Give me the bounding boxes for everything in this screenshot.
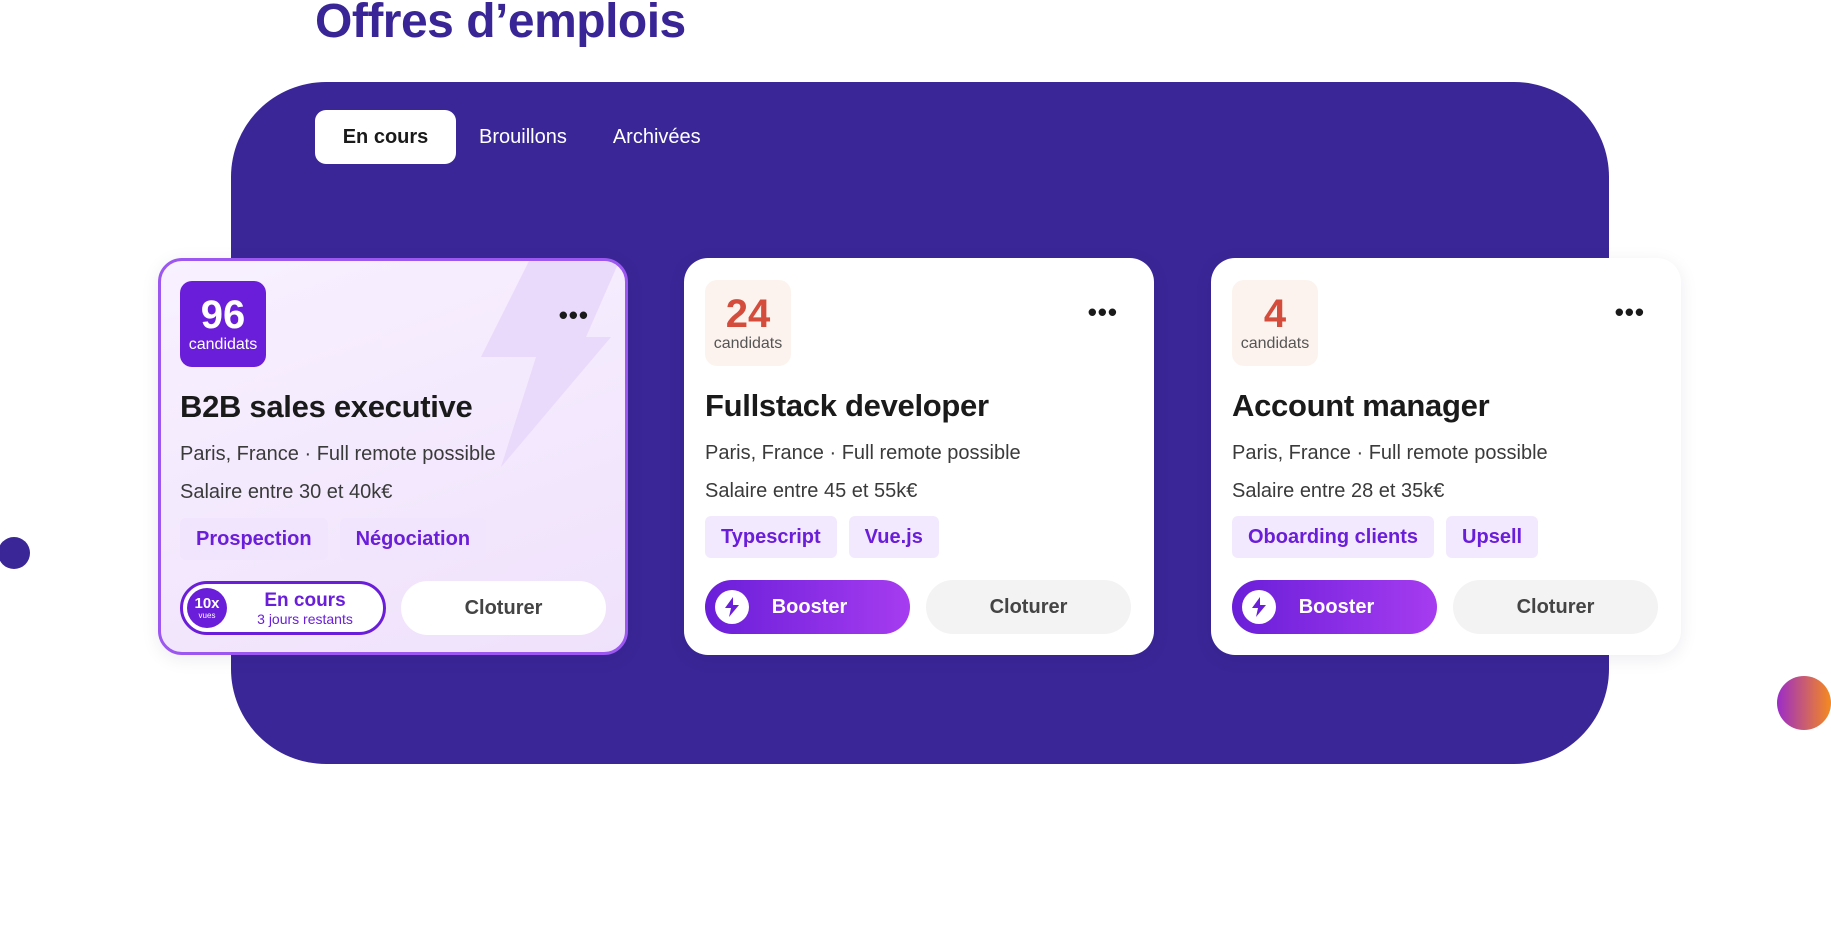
lightning-bolt-icon — [1242, 590, 1276, 624]
job-salary: Salaire entre 28 et 35k€ — [1232, 480, 1445, 502]
page-title: Offres d’emplois — [315, 0, 686, 48]
candidates-count-badge: 96 candidats — [180, 281, 266, 367]
candidates-count-badge: 4 candidats — [1232, 280, 1318, 366]
cloturer-button[interactable]: Cloturer — [1453, 580, 1658, 634]
job-salary: Salaire entre 45 et 55k€ — [705, 480, 918, 502]
skill-tag: Typescript — [705, 516, 837, 558]
tab-archivees[interactable]: Archivées — [590, 110, 724, 164]
skill-tags: Prospection Négociation — [180, 518, 487, 560]
status-title: En cours — [264, 589, 346, 611]
tab-bar: En cours Brouillons Archivées — [315, 110, 724, 164]
status-days-remaining: 3 jours restants — [257, 610, 353, 627]
more-options-icon[interactable]: ••• — [559, 302, 589, 328]
job-salary: Salaire entre 30 et 40k€ — [180, 481, 393, 503]
booster-label: Booster — [1298, 595, 1375, 618]
job-title: B2B sales executive — [180, 389, 473, 424]
cloturer-button[interactable]: Cloturer — [926, 580, 1131, 634]
candidates-count: 96 — [200, 293, 246, 337]
candidates-label: candidats — [713, 335, 783, 352]
skill-tag: Négociation — [339, 518, 487, 560]
more-options-icon[interactable]: ••• — [1088, 299, 1118, 325]
skill-tag: Prospection — [180, 518, 328, 560]
skill-tag: Oboarding clients — [1232, 516, 1435, 558]
more-options-icon[interactable]: ••• — [1615, 299, 1645, 325]
skill-tag: Vue.js — [848, 516, 939, 558]
candidates-count-badge: 24 candidats — [705, 280, 791, 366]
candidates-count: 4 — [1263, 292, 1287, 336]
views-multiplier-badge: 10x vues — [187, 588, 227, 628]
candidates-label: candidats — [1240, 335, 1310, 352]
lightning-bolt-icon — [715, 590, 749, 624]
job-card-b2b-sales[interactable]: 96 candidats ••• B2B sales executive Par… — [158, 258, 628, 655]
skill-tags: Typescript Vue.js — [705, 516, 939, 558]
candidates-count: 24 — [725, 292, 771, 336]
job-location: Paris, France · Full remote possible — [705, 442, 1021, 464]
job-location: Paris, France · Full remote possible — [1232, 442, 1548, 464]
job-card-fullstack[interactable]: 24 candidats ••• Fullstack developer Par… — [684, 258, 1154, 655]
candidates-label: candidats — [188, 336, 258, 353]
tab-brouillons[interactable]: Brouillons — [456, 110, 590, 164]
decorative-dot-right — [1777, 676, 1831, 730]
job-title: Fullstack developer — [705, 388, 989, 423]
skill-tag: Upsell — [1446, 516, 1539, 558]
decorative-dot-left — [0, 537, 30, 569]
views-label: vues — [198, 610, 216, 620]
skill-tags: Oboarding clients Upsell — [1232, 516, 1539, 558]
status-text: En cours 3 jours restants — [227, 590, 383, 627]
boost-status-pill[interactable]: 10x vues En cours 3 jours restants — [180, 581, 386, 635]
cloturer-button[interactable]: Cloturer — [401, 581, 606, 635]
job-card-account-manager[interactable]: 4 candidats ••• Account manager Paris, F… — [1211, 258, 1681, 655]
job-title: Account manager — [1232, 388, 1490, 423]
booster-button[interactable]: Booster — [705, 580, 910, 634]
booster-button[interactable]: Booster — [1232, 580, 1437, 634]
tab-en-cours[interactable]: En cours — [315, 110, 456, 164]
booster-label: Booster — [771, 595, 848, 618]
views-multiplier: 10x — [194, 594, 220, 612]
job-location: Paris, France · Full remote possible — [180, 443, 496, 465]
